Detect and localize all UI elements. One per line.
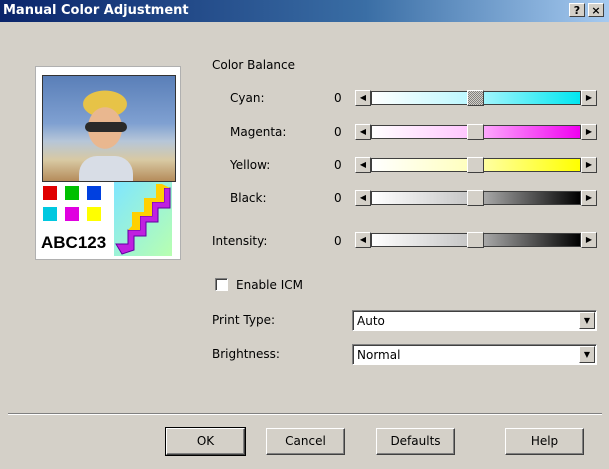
blue-swatch	[87, 186, 101, 200]
magenta-label: Magenta:	[230, 125, 287, 139]
print-type-dropdown[interactable]: Auto ▼	[352, 310, 597, 331]
left-arrow-icon[interactable]: ◀	[355, 124, 371, 140]
magenta-thumb[interactable]	[467, 124, 484, 140]
cyan-slider[interactable]: ◀ ▶	[355, 90, 597, 106]
yellow-slider[interactable]: ◀ ▶	[355, 157, 597, 173]
black-label: Black:	[230, 191, 267, 205]
intensity-slider[interactable]: ◀ ▶	[355, 232, 597, 248]
enable-icm-checkbox[interactable]	[215, 278, 228, 291]
brightness-label: Brightness:	[212, 347, 280, 361]
shirt	[79, 156, 133, 181]
black-slider[interactable]: ◀ ▶	[355, 190, 597, 206]
preview-image: ABC123	[35, 66, 181, 260]
chevron-down-icon[interactable]: ▼	[579, 346, 595, 363]
cyan-value: 0	[334, 91, 342, 105]
cyan-label: Cyan:	[230, 91, 265, 105]
close-icon[interactable]: ×	[588, 3, 604, 17]
print-type-label: Print Type:	[212, 313, 276, 327]
yellow-swatch	[87, 207, 101, 221]
window-title: Manual Color Adjustment	[3, 3, 189, 18]
yellow-thumb[interactable]	[467, 157, 484, 173]
magenta-value: 0	[334, 125, 342, 139]
cyan-swatch	[43, 207, 57, 221]
enable-icm-label[interactable]: Enable ICM	[236, 278, 303, 292]
black-thumb[interactable]	[467, 190, 484, 206]
right-arrow-icon[interactable]: ▶	[581, 157, 597, 173]
left-arrow-icon[interactable]: ◀	[355, 90, 371, 106]
ok-button[interactable]: OK	[165, 427, 246, 456]
intensity-thumb[interactable]	[467, 232, 484, 248]
black-value: 0	[334, 191, 342, 205]
intensity-value: 0	[334, 234, 342, 248]
right-arrow-icon[interactable]: ▶	[581, 124, 597, 140]
sunglasses	[85, 122, 127, 132]
cyan-thumb[interactable]	[467, 90, 484, 106]
yellow-value: 0	[334, 158, 342, 172]
color-balance-heading: Color Balance	[212, 58, 296, 72]
preview-caption: ABC123	[41, 233, 107, 252]
staircase-graphic	[114, 182, 172, 256]
defaults-button[interactable]: Defaults	[376, 428, 455, 455]
cancel-button[interactable]: Cancel	[266, 428, 345, 455]
right-arrow-icon[interactable]: ▶	[581, 90, 597, 106]
yellow-label: Yellow:	[230, 158, 271, 172]
magenta-swatch	[65, 207, 79, 221]
preview-photo	[42, 75, 176, 182]
manual-color-adjustment-dialog: Manual Color Adjustment ? × ABC123 Color…	[0, 0, 609, 469]
left-arrow-icon[interactable]: ◀	[355, 157, 371, 173]
brightness-value: Normal	[357, 348, 401, 362]
title-bar[interactable]: Manual Color Adjustment ? ×	[0, 0, 609, 22]
separator	[8, 413, 602, 415]
left-arrow-icon[interactable]: ◀	[355, 232, 371, 248]
right-arrow-icon[interactable]: ▶	[581, 190, 597, 206]
brightness-dropdown[interactable]: Normal ▼	[352, 344, 597, 365]
help-icon[interactable]: ?	[569, 3, 585, 17]
left-arrow-icon[interactable]: ◀	[355, 190, 371, 206]
chevron-down-icon[interactable]: ▼	[579, 312, 595, 329]
magenta-slider[interactable]: ◀ ▶	[355, 124, 597, 140]
help-button[interactable]: Help	[505, 428, 584, 455]
green-swatch	[65, 186, 79, 200]
print-type-value: Auto	[357, 314, 385, 328]
red-swatch	[43, 186, 57, 200]
right-arrow-icon[interactable]: ▶	[581, 232, 597, 248]
intensity-label: Intensity:	[212, 234, 268, 248]
